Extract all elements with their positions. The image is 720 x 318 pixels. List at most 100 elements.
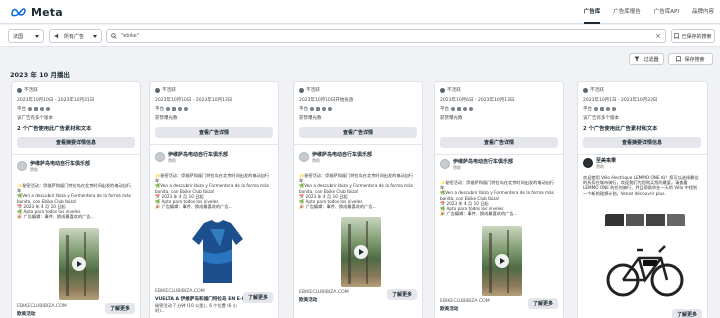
thumbnail[interactable] (605, 214, 624, 226)
sponsored-label: 赞助 (168, 158, 176, 163)
meta-logo[interactable]: Meta (10, 5, 63, 19)
ad-body-line: 🌿Ven a descubrir Ibiza y Formentera de l… (155, 183, 269, 194)
see-ad-details-button[interactable]: 查看广告详情 (299, 127, 417, 138)
clear-search-icon[interactable]: × (655, 32, 661, 40)
ad-disclaimer: 该广告有多个版本 (583, 116, 619, 121)
learn-more-button[interactable]: 了解更多 (105, 303, 135, 314)
ad-video[interactable] (482, 226, 522, 296)
learn-more-button[interactable]: 了解更多 (672, 309, 702, 318)
ad-card: 不活跃 2023年10月6日 - 2023年10月13日 平台 获赞曝光数 查看… (434, 81, 564, 318)
nav-ad-library-report[interactable]: 广告库报告 (613, 0, 641, 24)
thumbnail[interactable] (666, 214, 685, 226)
facebook-icon (28, 107, 32, 111)
ad-body-line: ✨秘密活动：伊维萨和福门特拉岛在北京时间出发的电动自行车 (440, 180, 555, 191)
play-icon[interactable] (354, 245, 368, 259)
link-url: EBIKECLUBIBIZA.COM (299, 290, 349, 295)
link-title: 欧美活动 (17, 312, 36, 317)
ad-platforms: 平台 (440, 106, 473, 112)
inactive-status-icon (440, 87, 445, 93)
ad-card: 不活跃 2023年10月10日 - 2023年10月13日 平台 获赞曝光数 查… (149, 81, 279, 318)
card-divider (294, 144, 422, 145)
cycling-jersey-image (192, 220, 243, 283)
ad-run-dates: 2023年10月10日 - 2023年10月21日 (17, 98, 95, 103)
learn-more-button[interactable]: 了解更多 (528, 298, 558, 309)
ad-status: 不活跃 (17, 87, 38, 93)
play-icon[interactable] (72, 257, 86, 271)
save-search-button[interactable]: 保存搜索 (668, 53, 713, 65)
instagram-icon (34, 107, 38, 111)
ad-platforms: 平台 (155, 106, 188, 112)
bookmark-icon (676, 56, 682, 62)
link-url: EBIKECLUBIBIZA.COM (440, 299, 490, 304)
ad-type-select[interactable]: 所有广告 (49, 29, 102, 43)
audience-network-icon (612, 107, 616, 111)
ad-run-dates: 2023年10月6日 - 2023年10月13日 (440, 98, 515, 103)
play-icon[interactable] (495, 254, 509, 268)
ad-video[interactable] (341, 217, 381, 287)
advertiser-avatar[interactable] (155, 152, 165, 162)
instagram-icon (172, 107, 176, 111)
advertiser-avatar[interactable] (17, 161, 27, 171)
messenger-icon (606, 107, 610, 111)
search-icon (111, 33, 117, 39)
inactive-status-icon (17, 87, 22, 93)
electric-bike-image (606, 245, 684, 297)
ad-body-line: 🌿Ven a descubrir Ibiza y Formentera de l… (440, 190, 554, 201)
learn-more-button[interactable]: 了解更多 (387, 289, 417, 300)
ad-image-jersey[interactable] (190, 217, 245, 287)
card-divider (578, 154, 707, 155)
thumbnail[interactable] (625, 214, 644, 226)
ad-status: 不活跃 (155, 87, 176, 93)
main-nav: 广告库 广告库报告 广告库API 品牌内容 (583, 0, 714, 24)
advertiser-name[interactable]: 伊维萨岛电动自行车俱乐部 (30, 161, 90, 167)
ad-status: 不活跃 (299, 87, 320, 93)
ad-video[interactable] (59, 228, 99, 300)
messenger-icon (40, 107, 44, 111)
ad-platforms: 平台 (17, 106, 50, 112)
nav-ad-library[interactable]: 广告库 (583, 0, 600, 24)
learn-more-button[interactable]: 了解更多 (243, 292, 273, 303)
advertiser-header: 伊维萨岛电动自行车俱乐部 赞助 (17, 161, 90, 172)
advertiser-avatar[interactable] (583, 158, 593, 168)
sponsored-label: 赞助 (596, 164, 604, 169)
see-summary-details-button[interactable]: 查看摘要详情信息 (583, 137, 701, 148)
ad-body-line: 🎉 广告编辑：事件、换成最喜欢的广告... (440, 211, 518, 217)
card-divider (435, 154, 563, 155)
ad-image-bike[interactable] (605, 214, 685, 304)
platforms-label: 平台 (155, 107, 164, 112)
advertiser-name[interactable]: 伊维萨岛电动自行车俱乐部 (312, 152, 372, 158)
saved-searches-button[interactable]: 已保存的搜索 (671, 29, 715, 43)
save-search-button-label: 保存搜索 (684, 56, 705, 63)
advertiser-avatar[interactable] (299, 152, 309, 162)
chevron-down-icon (35, 34, 39, 38)
ad-card: 不活跃 2023年10月10日 - 2023年10月21日 平台 该广告有多个版… (11, 81, 141, 318)
ad-card: 不活跃 2023年10月1日 - 2023年10月22日 平台 该广告有多个版本… (577, 81, 708, 318)
nav-branded-content[interactable]: 品牌内容 (692, 0, 714, 24)
facebook-icon (310, 107, 314, 111)
see-ad-details-button[interactable]: 查看广告详情 (440, 137, 558, 148)
ad-status-label: 不活跃 (590, 88, 604, 93)
ad-run-dates: 2023年10月10日开始投放 (299, 98, 354, 103)
advertiser-name[interactable]: 伊维萨岛电动自行车俱乐部 (168, 152, 228, 158)
messenger-icon (178, 107, 182, 111)
ad-body-text: ✨秘密活动：伊维萨和福门特拉岛在北京时间出发的电动自行车 🌿Ven a desc… (440, 180, 558, 220)
see-ad-details-button[interactable]: 查看广告详情 (155, 127, 273, 138)
nav-ad-library-api[interactable]: 广告库API (654, 0, 679, 24)
facebook-icon (594, 107, 598, 111)
inactive-status-icon (155, 87, 160, 93)
ad-status: 不活跃 (440, 87, 461, 93)
region-select[interactable]: 法国 (8, 29, 44, 43)
meta-infinity-icon (11, 8, 26, 17)
filters-button[interactable]: 过滤器 (629, 53, 664, 65)
thumbnail[interactable] (646, 214, 665, 226)
search-input[interactable]: "ebike" × (106, 29, 666, 43)
advertiser-name[interactable]: 伊维萨岛电动自行车俱乐部 (453, 159, 513, 165)
link-description: 秘密活动 7 分钟 (10 公里)，6 个位置 (6 小时)... (155, 303, 237, 314)
facebook-icon (451, 107, 455, 111)
ad-disclaimer: 获赞曝光数 (299, 116, 322, 121)
filter-icon (635, 56, 640, 62)
see-summary-details-button[interactable]: 查看摘要详情信息 (17, 137, 135, 148)
audience-network-icon (46, 107, 50, 111)
platforms-label: 平台 (583, 107, 592, 112)
advertiser-avatar[interactable] (440, 159, 450, 169)
